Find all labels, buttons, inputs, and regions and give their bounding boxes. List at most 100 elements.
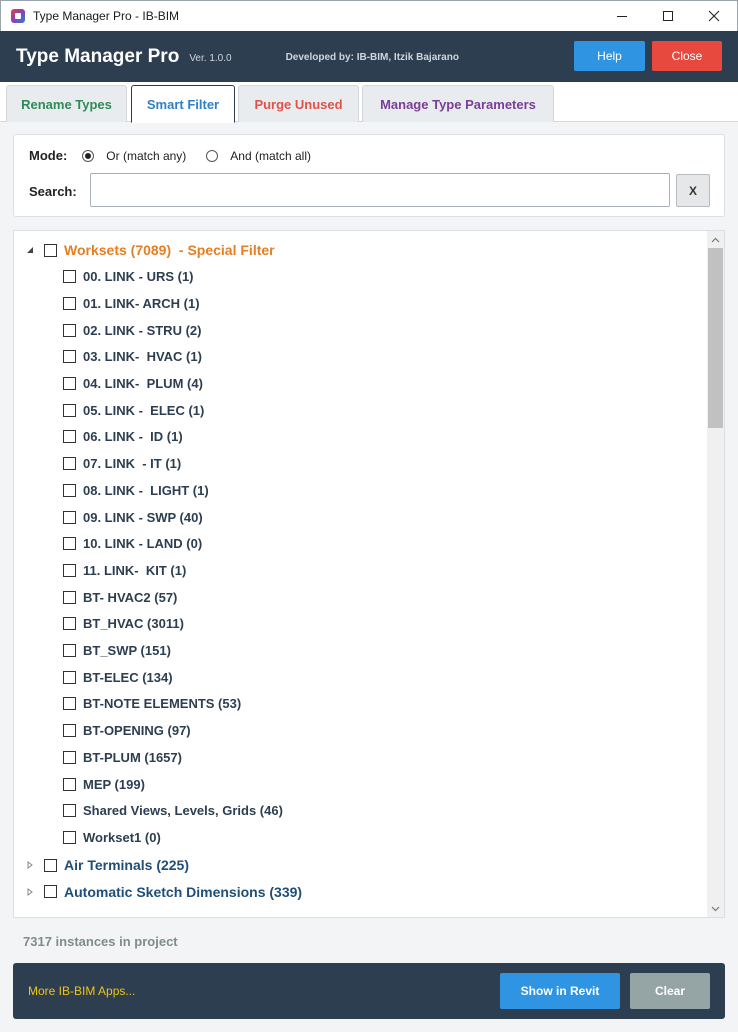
expand-arrow-icon[interactable] [25, 887, 35, 897]
workset-item[interactable]: 00. LINK - URS (1) [14, 264, 704, 290]
category-checkbox[interactable] [44, 885, 57, 899]
workset-item[interactable]: BT-NOTE ELEMENTS (53) [14, 691, 704, 717]
workset-item-label: 07. LINK - IT (1) [83, 456, 182, 472]
workset-item[interactable]: 05. LINK - ELEC (1) [14, 397, 704, 423]
workset-item-checkbox[interactable] [63, 510, 76, 524]
workset-item[interactable]: 06. LINK - ID (1) [14, 424, 704, 450]
workset-item-checkbox[interactable] [63, 617, 76, 631]
footer-bar: More IB-BIM Apps... Show in Revit Clear [13, 963, 725, 1019]
workset-item-label: Shared Views, Levels, Grids (46) [83, 803, 283, 819]
workset-item[interactable]: BT-OPENING (97) [14, 718, 704, 744]
workset-item[interactable]: 10. LINK - LAND (0) [14, 531, 704, 557]
scrollbar-thumb[interactable] [708, 248, 723, 428]
category-label: Air Terminals (225) [64, 857, 190, 874]
clear-search-button[interactable]: X [676, 174, 710, 207]
workset-item[interactable]: 01. LINK- ARCH (1) [14, 290, 704, 316]
workset-item[interactable]: 02. LINK - STRU (2) [14, 317, 704, 343]
workset-item-checkbox[interactable] [63, 563, 76, 577]
search-input[interactable] [90, 173, 670, 207]
mode-or-label: Or (match any) [106, 148, 187, 163]
workset-item-checkbox[interactable] [63, 296, 76, 310]
tree-node-category[interactable]: Automatic Sketch Dimensions (339) [14, 879, 704, 905]
workset-item-label: 05. LINK - ELEC (1) [83, 402, 205, 418]
workset-item-checkbox[interactable] [63, 403, 76, 417]
workset-item-checkbox[interactable] [63, 830, 76, 844]
workset-item-label: 03. LINK- HVAC (1) [83, 349, 202, 365]
workset-item-checkbox[interactable] [63, 377, 76, 390]
mode-label: Mode: [29, 148, 68, 163]
workset-item-checkbox[interactable] [63, 457, 76, 471]
mode-or-option[interactable]: Or (match any) [82, 149, 186, 163]
more-apps-link[interactable]: More IB-BIM Apps... [28, 984, 135, 998]
workset-item-checkbox[interactable] [63, 270, 76, 284]
workset-item[interactable]: Workset1 (0) [14, 824, 704, 850]
workset-item-checkbox[interactable] [63, 804, 76, 818]
workset-item-checkbox[interactable] [63, 323, 76, 337]
app-header: Type Manager Pro Ver. 1.0.0 Developed by… [0, 31, 738, 82]
workset-item[interactable]: 07. LINK - IT (1) [14, 451, 704, 477]
workset-item[interactable]: Shared Views, Levels, Grids (46) [14, 798, 704, 824]
workset-item-checkbox[interactable] [63, 750, 76, 764]
workset-item[interactable]: BT-ELEC (134) [14, 664, 704, 690]
mode-and-radio[interactable] [206, 149, 219, 162]
app-icon [10, 8, 26, 24]
tab-smart-filter[interactable]: Smart Filter [131, 85, 235, 123]
workset-item-checkbox[interactable] [63, 483, 76, 497]
window-controls [599, 1, 737, 32]
workset-item[interactable]: BT- HVAC2 (57) [14, 584, 704, 610]
workset-item-checkbox[interactable] [63, 537, 76, 551]
scroll-up-icon[interactable] [707, 231, 724, 248]
workset-item-checkbox[interactable] [63, 670, 76, 684]
workset-item-checkbox[interactable] [63, 430, 76, 444]
workset-item-checkbox[interactable] [63, 697, 76, 711]
workset-item-label: BT-OPENING (97) [83, 723, 191, 739]
workset-item-checkbox[interactable] [63, 350, 76, 364]
tab-manage-type-parameters[interactable]: Manage Type Parameters [362, 85, 554, 122]
workset-item-checkbox[interactable] [63, 590, 76, 604]
help-button[interactable]: Help [574, 41, 645, 71]
mode-or-radio[interactable] [82, 149, 95, 162]
mode-and-option[interactable]: And (match all) [206, 149, 311, 163]
tab-rename-types[interactable]: Rename Types [6, 85, 127, 122]
window-close-icon[interactable] [691, 1, 737, 32]
clear-button[interactable]: Clear [630, 973, 710, 1009]
vertical-scrollbar[interactable] [707, 231, 724, 917]
show-in-revit-button[interactable]: Show in Revit [500, 973, 620, 1009]
workset-item-label: 00. LINK - URS (1) [83, 269, 194, 285]
close-button[interactable]: Close [652, 41, 722, 71]
tree-node-worksets[interactable]: Worksets (7089) - Special Filter [14, 237, 704, 263]
workset-item[interactable]: MEP (199) [14, 771, 704, 797]
tab-purge-unused[interactable]: Purge Unused [238, 85, 359, 122]
workset-item[interactable]: 11. LINK- KIT (1) [14, 557, 704, 583]
window-titlebar: Type Manager Pro - IB-BIM [0, 0, 738, 31]
collapse-arrow-icon[interactable] [25, 245, 35, 255]
workset-item[interactable]: 04. LINK- PLUM (4) [14, 371, 704, 397]
app-version: Ver. 1.0.0 [189, 52, 232, 64]
worksets-checkbox[interactable] [44, 243, 57, 257]
scroll-down-icon[interactable] [707, 900, 724, 917]
workset-item-checkbox[interactable] [63, 724, 76, 738]
workset-item-label: 11. LINK- KIT (1) [83, 562, 187, 578]
workset-item-label: BT-NOTE ELEMENTS (53) [83, 696, 242, 712]
workset-item[interactable]: BT_HVAC (3011) [14, 611, 704, 637]
expand-arrow-icon[interactable] [25, 860, 35, 870]
category-checkbox[interactable] [44, 858, 57, 872]
workset-item-label: 02. LINK - STRU (2) [83, 322, 202, 338]
workset-item[interactable]: 08. LINK - LIGHT (1) [14, 477, 704, 503]
instances-count: 7317 instances in project [23, 934, 178, 949]
workset-item[interactable]: 09. LINK - SWP (40) [14, 504, 704, 530]
workset-item-label: BT_HVAC (3011) [83, 616, 184, 632]
minimize-icon[interactable] [599, 1, 645, 32]
workset-item-label: BT-PLUM (1657) [83, 749, 182, 765]
workset-item-label: 01. LINK- ARCH (1) [83, 295, 200, 311]
workset-item[interactable]: BT-PLUM (1657) [14, 744, 704, 770]
tree-node-category[interactable]: Air Terminals (225) [14, 852, 704, 878]
workset-item-checkbox[interactable] [63, 644, 76, 657]
workset-item[interactable]: 03. LINK- HVAC (1) [14, 344, 704, 370]
maximize-icon[interactable] [645, 1, 691, 32]
filter-tree: Worksets (7089) - Special Filter 00. LINK… [13, 230, 725, 918]
workset-item[interactable]: BT_SWP (151) [14, 638, 704, 664]
workset-item-checkbox[interactable] [63, 777, 76, 791]
workset-item-label: 10. LINK - LAND (0) [83, 536, 203, 552]
app-brand: Type Manager Pro [16, 45, 180, 67]
